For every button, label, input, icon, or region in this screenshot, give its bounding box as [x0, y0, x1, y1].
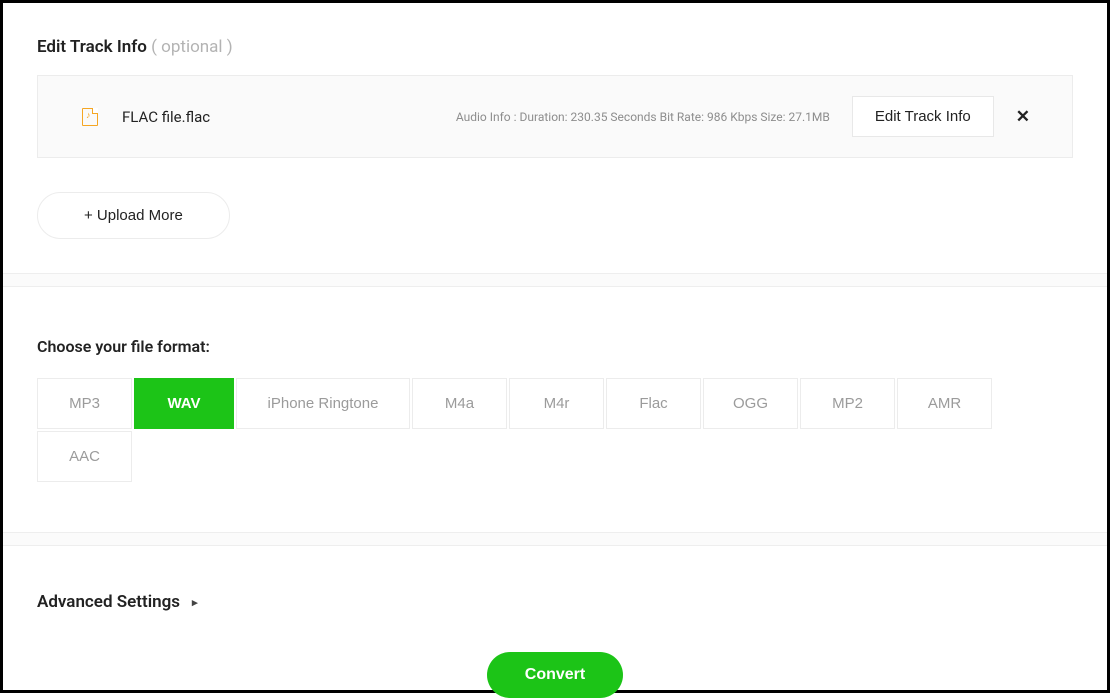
format-option-flac[interactable]: Flac	[606, 378, 701, 429]
chevron-right-icon: ▸	[192, 596, 198, 609]
section-divider-2	[3, 532, 1107, 546]
advanced-settings-label: Advanced Settings	[37, 592, 180, 612]
music-file-icon	[82, 108, 98, 126]
file-info: Audio Info : Duration: 230.35 Seconds Bi…	[456, 110, 846, 124]
file-left: FLAC file.flac	[82, 108, 210, 126]
section-title-edit-track: Edit Track Info ( optional )	[3, 3, 1107, 75]
format-option-ogg[interactable]: OGG	[703, 378, 798, 429]
advanced-section: Advanced Settings ▸	[3, 546, 1107, 642]
format-option-m4r[interactable]: M4r	[509, 378, 604, 429]
format-option-mp3[interactable]: MP3	[37, 378, 132, 429]
format-section: Choose your file format: MP3WAViPhone Ri…	[3, 287, 1107, 532]
close-icon[interactable]: ✕	[994, 99, 1048, 135]
section-title-suffix: ( optional )	[147, 37, 233, 57]
format-option-mp2[interactable]: MP2	[800, 378, 895, 429]
file-name: FLAC file.flac	[122, 108, 210, 126]
convert-wrap: Convert	[3, 642, 1107, 698]
format-option-m4a[interactable]: M4a	[412, 378, 507, 429]
file-card: FLAC file.flac Audio Info : Duration: 23…	[37, 75, 1073, 158]
format-title: Choose your file format:	[37, 337, 1073, 356]
format-option-iphone-ringtone[interactable]: iPhone Ringtone	[236, 378, 410, 429]
upload-more-button[interactable]: + Upload More	[37, 192, 230, 239]
section-title-main: Edit Track Info	[37, 37, 147, 57]
section-divider	[3, 273, 1107, 287]
format-option-wav[interactable]: WAV	[134, 378, 234, 429]
convert-button[interactable]: Convert	[487, 652, 623, 698]
advanced-settings-toggle[interactable]: Advanced Settings ▸	[37, 592, 198, 612]
format-row: MP3WAViPhone RingtoneM4aM4rFlacOGGMP2AMR…	[37, 378, 1073, 482]
edit-track-info-button[interactable]: Edit Track Info	[852, 96, 994, 137]
format-option-aac[interactable]: AAC	[37, 431, 132, 482]
format-option-amr[interactable]: AMR	[897, 378, 992, 429]
